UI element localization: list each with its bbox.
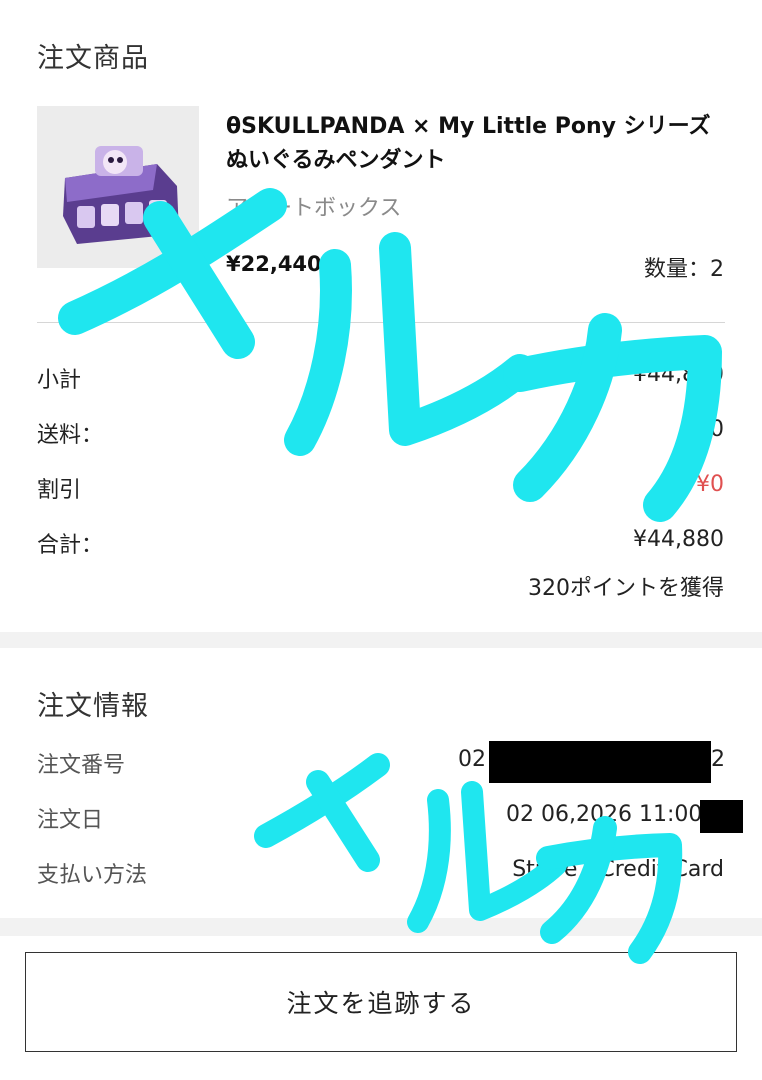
- subtotal-value: ¥44,880: [633, 362, 724, 387]
- order-info-title: 注文情報: [37, 691, 149, 722]
- points-earned: 320ポイントを獲得: [528, 576, 724, 601]
- payment-method-value: Stripe - Credit Card: [512, 857, 724, 882]
- quantity-label: 数量：: [643, 257, 710, 282]
- order-date-redaction: [700, 800, 743, 833]
- shipping-value: ¥0: [696, 417, 724, 442]
- product-variant: アソートボックス: [226, 196, 402, 221]
- total-value: ¥44,880: [633, 527, 724, 552]
- section-separator-bottom: [0, 918, 762, 936]
- quantity-value: 2: [710, 257, 724, 282]
- watermark-small-me: [254, 753, 390, 872]
- payment-method-label: 支払い方法: [37, 863, 148, 888]
- discount-label: 割引: [37, 478, 82, 503]
- product-price: ¥22,440: [226, 252, 322, 276]
- summary-divider: [37, 322, 725, 323]
- order-items-title: 注文商品: [37, 43, 149, 74]
- order-number-label: 注文番号: [37, 753, 126, 778]
- subtotal-label: 小計: [37, 368, 82, 393]
- product-thumbnail[interactable]: [37, 106, 199, 268]
- order-number-prefix: 02: [458, 747, 486, 772]
- product-quantity: 数量：2: [644, 251, 724, 283]
- total-label: 合計：: [37, 533, 104, 558]
- order-date-label: 注文日: [37, 808, 104, 833]
- watermark-large-ka: [503, 313, 722, 522]
- track-order-button[interactable]: 注文を追跡する: [25, 952, 737, 1052]
- order-number-suffix: 2: [711, 747, 725, 772]
- order-date-value: 02 06,2026 11:00:: [506, 802, 710, 827]
- shipping-label: 送料：: [37, 423, 104, 448]
- product-name[interactable]: θSKULLPANDA × My Little Pony シリーズ ぬいぐるみペ…: [226, 110, 726, 178]
- product-image: [37, 106, 199, 268]
- watermark-large-ru: [284, 232, 536, 456]
- order-number-redaction: [489, 741, 711, 783]
- section-separator: [0, 632, 762, 648]
- discount-value: ¥0: [696, 472, 724, 497]
